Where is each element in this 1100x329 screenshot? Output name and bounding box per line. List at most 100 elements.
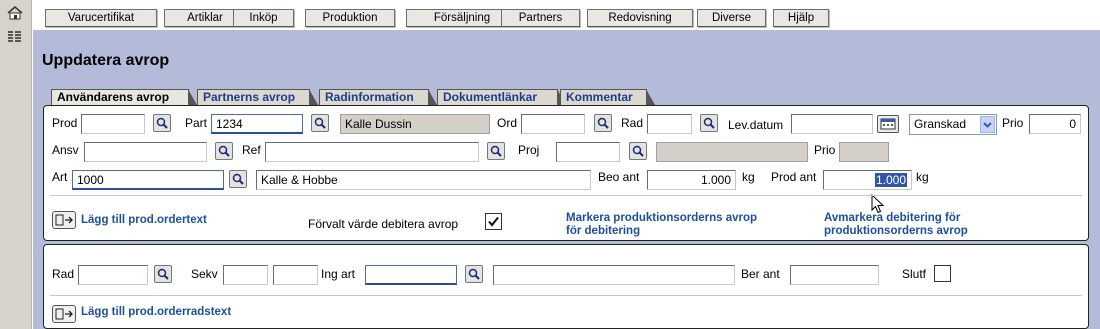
levdatum-input[interactable]: [791, 114, 873, 134]
art-name-field: Kalle & Hobbe: [256, 170, 591, 190]
ord-lookup-button[interactable]: [594, 114, 612, 132]
ref-lookup-button[interactable]: [487, 142, 505, 160]
prod-input[interactable]: [81, 114, 145, 134]
part-name-field: Kalle Dussin: [340, 114, 490, 134]
prio-label: Prio: [1002, 116, 1024, 130]
add-text-icon: [55, 308, 73, 320]
order-header-panel: Prod Part 1234 Kalle Dussin Ord Rad Lev.…: [43, 105, 1089, 241]
magnifier-icon: [218, 145, 230, 157]
tab-dokumentlankar[interactable]: Dokumentlänkar: [437, 89, 566, 105]
calendar-icon: [880, 118, 896, 130]
tab-anvandarens-avrop[interactable]: Användarens avrop: [51, 89, 197, 105]
magnifier-icon: [703, 117, 715, 129]
art-label: Art: [52, 170, 68, 184]
debit-checkbox[interactable]: [485, 213, 502, 230]
prod-ant-input[interactable]: 1.000: [823, 170, 912, 190]
menu-diverse[interactable]: Diverse: [697, 9, 766, 27]
status-select[interactable]: Granskad: [909, 114, 997, 135]
beo-ant-input[interactable]: 1.000: [647, 170, 736, 190]
top-menu-bar: Varucertifikat Artiklar Inköp Produktion…: [33, 0, 1100, 30]
beo-unit: kg: [742, 170, 755, 184]
beo-ant-label: Beo ant: [598, 170, 640, 184]
add-orderrowtext-link[interactable]: Lägg till prod.orderradstext: [81, 306, 231, 319]
magnifier-icon: [314, 117, 326, 129]
slutf-checkbox[interactable]: [934, 265, 951, 282]
levdatum-label: Lev.datum: [728, 118, 784, 132]
proj-label: Proj: [518, 143, 540, 157]
berant-input[interactable]: [790, 265, 879, 285]
menu-partners[interactable]: Partners: [501, 9, 580, 27]
ingart-input[interactable]: [365, 265, 457, 285]
prod-unit: kg: [916, 170, 929, 184]
add-ordertext-link[interactable]: Lägg till prod.ordertext: [81, 214, 207, 227]
menu-produktion[interactable]: Produktion: [305, 9, 395, 27]
ansv-label: Ansv: [52, 143, 79, 157]
sekv-input-2[interactable]: [273, 265, 318, 285]
mouse-cursor-icon: [871, 194, 885, 214]
ingart-name-field: [493, 265, 735, 285]
magnifier-icon: [468, 268, 480, 280]
sekv-label: Sekv: [191, 267, 218, 281]
magnifier-icon: [156, 117, 168, 129]
ord-input[interactable]: [521, 114, 585, 134]
rad-label: Rad: [621, 116, 644, 130]
ref-input[interactable]: [265, 142, 479, 162]
prod-lookup-button[interactable]: [153, 114, 171, 132]
add-text-icon: [55, 214, 73, 226]
prio2-field: [839, 142, 889, 162]
slutf-label: Slutf: [902, 267, 927, 281]
main-area: Uppdatera avrop Användarens avrop Partne…: [33, 30, 1100, 329]
left-gutter: [0, 0, 32, 329]
ref-label: Ref: [242, 143, 261, 157]
proj-input[interactable]: [556, 142, 620, 162]
menu-varucertifikat[interactable]: Varucertifikat: [45, 9, 157, 27]
status-select-value: Granskad: [914, 117, 967, 131]
mark-debit-link[interactable]: Markera produktionsorderns avrop för deb…: [566, 212, 766, 238]
art-lookup-button[interactable]: [229, 170, 247, 188]
prod-ant-selected-text: 1.000: [874, 173, 907, 187]
part-input[interactable]: 1234: [211, 114, 303, 134]
ingart-lookup-button[interactable]: [465, 265, 483, 283]
unmark-debit-link[interactable]: Avmarkera debitering för produktionsorde…: [824, 212, 1014, 238]
magnifier-icon: [632, 145, 644, 157]
magnifier-icon: [232, 173, 244, 185]
debit-label: Förvalt värde debitera avrop: [308, 217, 459, 231]
add-orderrowtext-button[interactable]: [52, 305, 76, 323]
divider: [50, 295, 1082, 296]
divider: [50, 195, 1082, 196]
menu-redovisning[interactable]: Redovisning: [587, 9, 693, 27]
part-label: Part: [185, 116, 208, 130]
menu-inkop[interactable]: Inköp: [233, 9, 294, 27]
prod-ant-label: Prod ant: [771, 170, 817, 184]
art-input[interactable]: 1000: [72, 170, 224, 190]
tab-partnerns-avrop[interactable]: Partnerns avrop: [197, 89, 318, 105]
row-rad-lookup-button[interactable]: [154, 265, 172, 283]
sekv-input-1[interactable]: [223, 265, 268, 285]
ansv-input[interactable]: [84, 142, 207, 162]
row-rad-input[interactable]: [78, 265, 148, 285]
prod-label: Prod: [52, 116, 78, 130]
prio-input[interactable]: 0: [1029, 114, 1081, 134]
ingart-label: Ing art: [321, 267, 356, 281]
part-lookup-button[interactable]: [311, 114, 329, 132]
calendar-button[interactable]: [877, 115, 899, 133]
ord-label: Ord: [497, 116, 518, 130]
page-title: Uppdatera avrop: [42, 52, 170, 69]
proj-lookup-button[interactable]: [629, 142, 647, 160]
row-rad-label: Rad: [52, 267, 75, 281]
tab-kommentar[interactable]: Kommentar: [560, 89, 655, 105]
menu-hjalp[interactable]: Hjälp: [773, 9, 829, 27]
chevron-down-icon: [980, 116, 995, 133]
order-row-panel: Rad Sekv Ing art Ber ant Slutf Lägg till…: [43, 244, 1089, 329]
proj-name-field: [656, 142, 808, 162]
home-icon[interactable]: [6, 6, 24, 20]
rad-input[interactable]: [647, 114, 692, 134]
list-icon[interactable]: [6, 30, 24, 44]
rad-lookup-button[interactable]: [700, 114, 718, 132]
tab-radinformation[interactable]: Radinformation: [319, 89, 437, 105]
checkmark-icon: [488, 216, 499, 227]
add-ordertext-button[interactable]: [52, 211, 76, 229]
magnifier-icon: [597, 117, 609, 129]
prio2-label: Prio: [814, 143, 836, 157]
ansv-lookup-button[interactable]: [215, 142, 233, 160]
